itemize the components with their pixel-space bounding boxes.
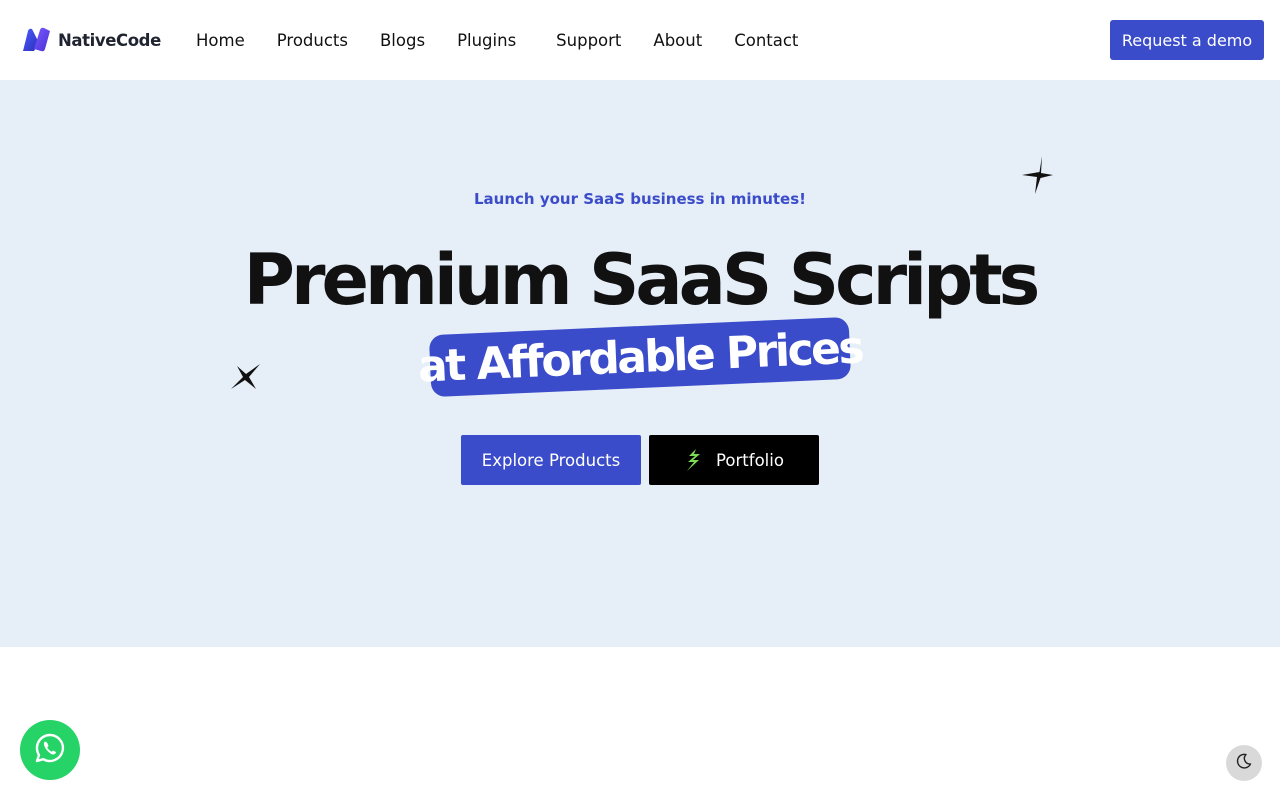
whatsapp-icon <box>34 732 66 769</box>
native-code-logo-icon <box>21 27 52 53</box>
portfolio-button[interactable]: Portfolio <box>649 435 819 485</box>
hero-highlight-text: at Affordable Prices <box>416 321 864 393</box>
explore-products-button[interactable]: Explore Products <box>461 435 641 485</box>
whatsapp-chat-button[interactable] <box>20 720 80 780</box>
nav-home[interactable]: Home <box>196 31 245 50</box>
hero-headline: Premium SaaS Scripts <box>243 239 1041 321</box>
hero-tagline: Launch your SaaS business in minutes! <box>474 190 806 208</box>
theme-toggle-button[interactable] <box>1226 745 1262 781</box>
hero-highlight-pill: at Affordable Prices <box>417 316 863 398</box>
logo-link[interactable]: NativeCode <box>21 26 161 54</box>
request-demo-button[interactable]: Request a demo <box>1110 20 1264 60</box>
main-nav: Home Products Blogs Plugins Support Abou… <box>196 0 830 80</box>
site-header: NativeCode Home Products Blogs Plugins S… <box>0 0 1280 80</box>
nav-plugins[interactable]: Plugins <box>457 31 516 50</box>
nav-products[interactable]: Products <box>277 31 348 50</box>
sparkle-icon <box>230 362 262 392</box>
moon-icon <box>1236 753 1252 774</box>
logo-text: NativeCode <box>58 30 161 50</box>
hero-section: Launch your SaaS business in minutes! Pr… <box>0 80 1280 647</box>
nav-contact[interactable]: Contact <box>734 31 798 50</box>
nav-about[interactable]: About <box>653 31 702 50</box>
lightning-icon <box>684 448 702 472</box>
sparkle-icon <box>1020 156 1054 196</box>
nav-blogs[interactable]: Blogs <box>380 31 425 50</box>
portfolio-label: Portfolio <box>716 450 784 470</box>
nav-support[interactable]: Support <box>556 31 621 50</box>
